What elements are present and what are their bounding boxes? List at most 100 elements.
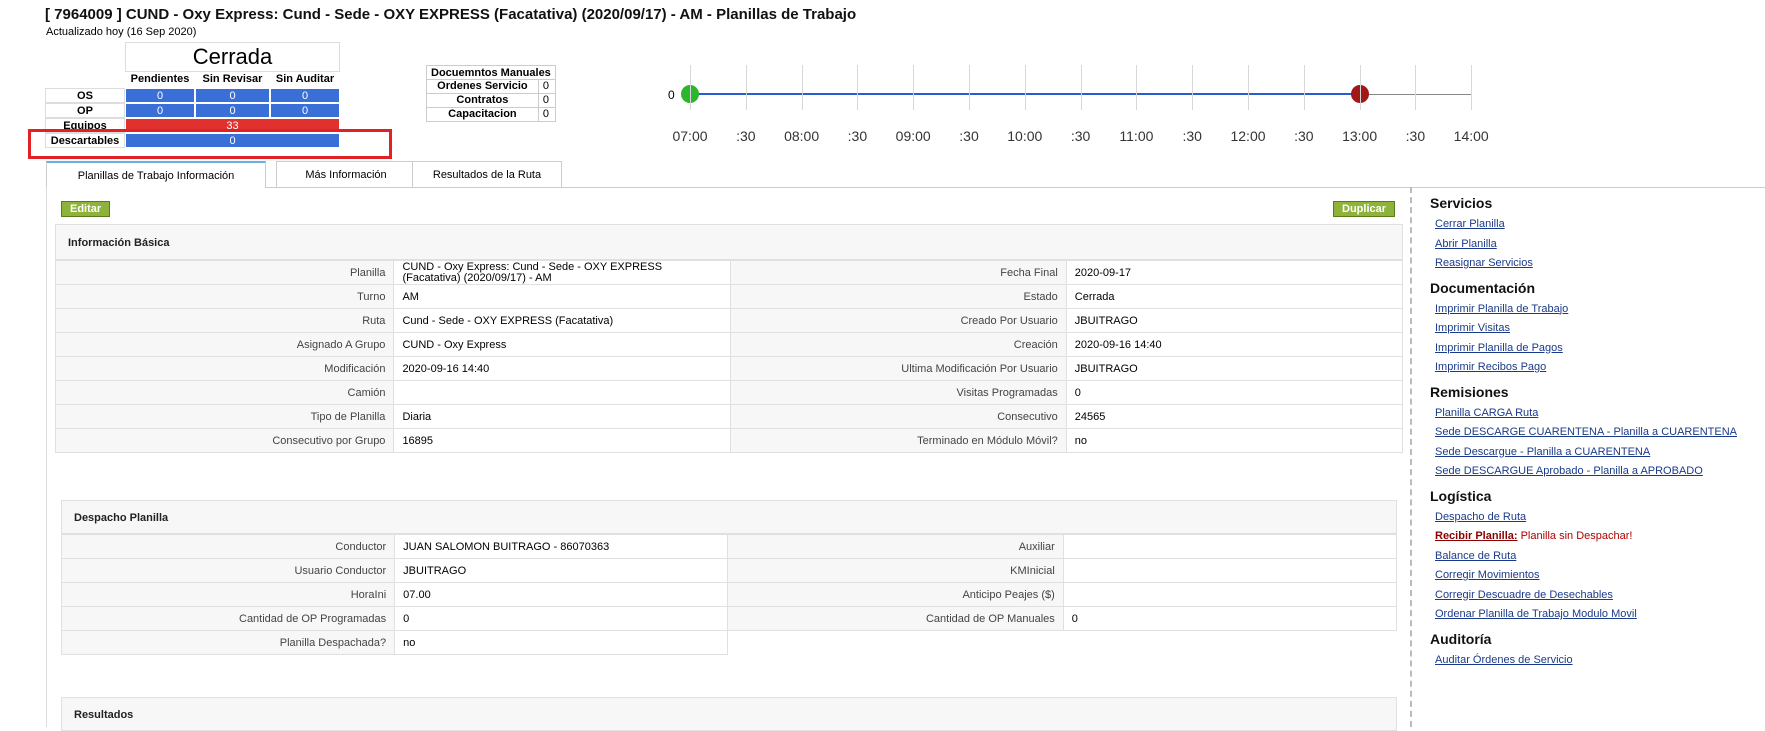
results-title: Resultados	[74, 709, 134, 721]
auxiliar-value	[1062, 534, 1398, 559]
duplicate-button[interactable]: Duplicar	[1333, 201, 1396, 217]
timeline-tick-label: :30	[1294, 128, 1314, 144]
info-row: Turno AM Estado Cerrada	[54, 284, 1404, 309]
info-row: Asignado A Grupo CUND - Oxy Express Creaci…	[54, 332, 1404, 357]
cantidad-de-op-programadas-value: 0	[394, 606, 729, 631]
terminado-en-modulo-movil-label: Terminado en Módulo Móvil?	[729, 428, 1067, 453]
conductor-value: JUAN SALOMON BUITRAGO - 86070363	[394, 534, 729, 559]
edit-button[interactable]: Editar	[61, 201, 111, 217]
timeline-tick	[1303, 65, 1305, 110]
timeline-tick	[1415, 65, 1417, 110]
route-timeline: 0 07:00:30 08:00:30 09:00:30 10:00:30 11:00:…	[660, 55, 1510, 145]
sidebar-link-balance-de-ruta[interactable]: Balance de Ruta	[1435, 550, 1516, 562]
row-label: OP	[45, 103, 125, 118]
tab-planillas-info[interactable]: Planillas de Trabajo Información	[46, 161, 266, 188]
timeline-tick	[1080, 65, 1082, 110]
docs-row: Ordenes Servicio 0	[426, 79, 556, 94]
manual-docs-table: Docuemntos Manuales Ordenes Servicio 0 Co…	[426, 65, 556, 122]
sidebar-link-corregir-descuadre-de-desechables[interactable]: Corregir Descuadre de Desechables	[1435, 589, 1613, 601]
sidebar-link-sede-descargue-aprobado-planilla-a-aprobado[interactable]: Sede DESCARGUE Aprobado - Planilla a APR…	[1435, 465, 1703, 477]
sidebar-link-imprimir-planilla-de-trabajo[interactable]: Imprimir Planilla de Trabajo	[1435, 303, 1568, 315]
auxiliar-label: Auxiliar	[727, 534, 1064, 559]
sidebar-link-sede-descargue-planilla-a-cuarentena[interactable]: Sede Descargue - Planilla a CUARENTENA	[1435, 446, 1650, 458]
sidebar-link-recibir-planilla[interactable]: Recibir Planilla: Planilla sin Despachar…	[1435, 530, 1632, 542]
consecutivo-por-grupo-value: 16895	[393, 428, 731, 453]
info-row: Camión Visitas Programadas 0	[54, 380, 1404, 405]
sidebar-link-imprimir-planilla-de-pagos[interactable]: Imprimir Planilla de Pagos	[1435, 342, 1563, 354]
dispatch-table: Conductor JUAN SALOMON BUITRAGO - 8607036…	[60, 534, 1398, 655]
os-sin-revisar[interactable]: 0	[195, 88, 270, 103]
sidebar-link-despacho-de-ruta[interactable]: Despacho de Ruta	[1435, 511, 1526, 523]
status-state: Cerrada	[125, 42, 340, 72]
timeline-tick-label: 13:00	[1342, 128, 1378, 144]
basic-info-title: Información Básica	[68, 237, 170, 249]
sidebar-link-planilla-carga-ruta[interactable]: Planilla CARGA Ruta	[1435, 407, 1538, 419]
docs-label: Capacitacion	[426, 107, 539, 122]
tab-mas-informacion[interactable]: Más Información	[276, 161, 416, 187]
col-pendientes: Pendientes	[130, 73, 190, 85]
sidebar-link-abrir-planilla[interactable]: Abrir Planilla	[1435, 238, 1497, 250]
info-row: Ruta Cund - Sede - OXY EXPRESS (Facatativ…	[54, 308, 1404, 333]
ultima-modificacion-por-usuario-label: Ultima Modificación Por Usuario	[729, 356, 1067, 381]
timeline-tick-label: :30	[1405, 128, 1426, 144]
sidebar-link-sede-descarge-cuarentena-planilla-a-cuarentena[interactable]: Sede DESCARGE CUARENTENA - Planilla a CU…	[1435, 426, 1737, 438]
recibir-planilla-label[interactable]: Recibir Planilla:	[1435, 530, 1518, 542]
os-pendientes[interactable]: 0	[125, 88, 195, 103]
ruta-label: Ruta	[54, 308, 395, 333]
visitas-programadas-label: Visitas Programadas	[729, 380, 1067, 405]
status-columns: Pendientes Sin Revisar Sin Auditar	[125, 73, 340, 85]
op-pendientes[interactable]: 0	[125, 103, 195, 118]
docs-row: Capacitacion 0	[426, 107, 556, 122]
timeline-tick	[1136, 65, 1138, 110]
basic-info-panel: Información Básica	[55, 224, 1403, 260]
consecutivo-label: Consecutivo	[729, 404, 1067, 429]
recibir-planilla-status: Planilla sin Despachar!	[1517, 530, 1633, 542]
ultima-modificacion-por-usuario-value: JBUITRAGO	[1065, 356, 1404, 381]
page-title: [ 7964009 ] CUND - Oxy Express: Cund - S…	[45, 6, 857, 23]
kminicial-label: KMInicial	[727, 558, 1064, 583]
timeline-tick	[745, 65, 747, 110]
sidebar-link-imprimir-recibos-pago[interactable]: Imprimir Recibos Pago	[1435, 361, 1546, 373]
estado-value: Cerrada	[1065, 284, 1404, 309]
results-panel: Resultados	[61, 697, 1397, 731]
timeline-tick-label: :30	[1182, 128, 1202, 144]
timeline-zero-label: 0	[668, 88, 675, 102]
cantidad-de-op-manuales-value: 0	[1062, 606, 1398, 631]
sidebar-link-cerrar-planilla[interactable]: Cerrar Planilla	[1435, 218, 1505, 230]
status-row-op: OP 0 0 0	[45, 103, 340, 118]
updated-label: Actualizado hoy (16 Sep 2020)	[46, 26, 197, 38]
sidebar-link-ordenar-planilla-de-trabajo-modulo-movil[interactable]: Ordenar Planilla de Trabajo Modulo Movil	[1435, 608, 1637, 620]
docs-title: Docuemntos Manuales	[426, 65, 556, 80]
consecutivo-por-grupo-label: Consecutivo por Grupo	[54, 428, 395, 453]
sidebar-link-corregir-movimientos[interactable]: Corregir Movimientos	[1435, 569, 1540, 581]
basic-info-table: Planilla CUND - Oxy Express: Cund - Sede …	[54, 260, 1404, 453]
timeline-tick	[1471, 65, 1473, 110]
op-sin-revisar[interactable]: 0	[195, 103, 270, 118]
planilla-despachada-label: Planilla Despachada?	[60, 630, 396, 655]
horaini-label: HoraIni	[60, 582, 396, 607]
cantidad-de-op-programadas-label: Cantidad de OP Programadas	[60, 606, 396, 631]
sidebar-heading-remisiones: Remisiones	[1430, 383, 1509, 400]
sidebar-link-auditar-ordenes-de-servicio[interactable]: Auditar Órdenes de Servicio	[1435, 654, 1573, 666]
creacion-label: Creación	[729, 332, 1067, 357]
tab-bar: Planillas de Trabajo Información Más Inf…	[46, 161, 1765, 188]
op-sin-auditar[interactable]: 0	[270, 103, 340, 118]
timeline-tick-label: 08:00	[784, 128, 820, 144]
anticipo-peajes-value	[1062, 582, 1398, 607]
planilla-despachada-value: no	[394, 630, 729, 655]
status-row-os: OS 0 0 0	[45, 88, 340, 103]
sidebar-link-reasignar-servicios[interactable]: Reasignar Servicios	[1435, 257, 1533, 269]
sidebar-heading-logistica: Logística	[1430, 487, 1492, 504]
turno-label: Turno	[54, 284, 395, 309]
os-sin-auditar[interactable]: 0	[270, 88, 340, 103]
planilla-label: Planilla	[54, 260, 395, 285]
sidebar-link-imprimir-visitas[interactable]: Imprimir Visitas	[1435, 322, 1510, 334]
fecha-final-value: 2020-09-17	[1065, 260, 1404, 285]
timeline-tick-label: 09:00	[895, 128, 931, 144]
tab-resultados-ruta[interactable]: Resultados de la Ruta	[412, 161, 562, 187]
timeline-tick-label: :30	[847, 128, 868, 144]
docs-value: 0	[537, 107, 556, 122]
sidebar-heading-servicios: Servicios	[1430, 195, 1493, 211]
creacion-value: 2020-09-16 14:40	[1065, 332, 1404, 357]
timeline-tick-label: 14:00	[1453, 128, 1489, 144]
